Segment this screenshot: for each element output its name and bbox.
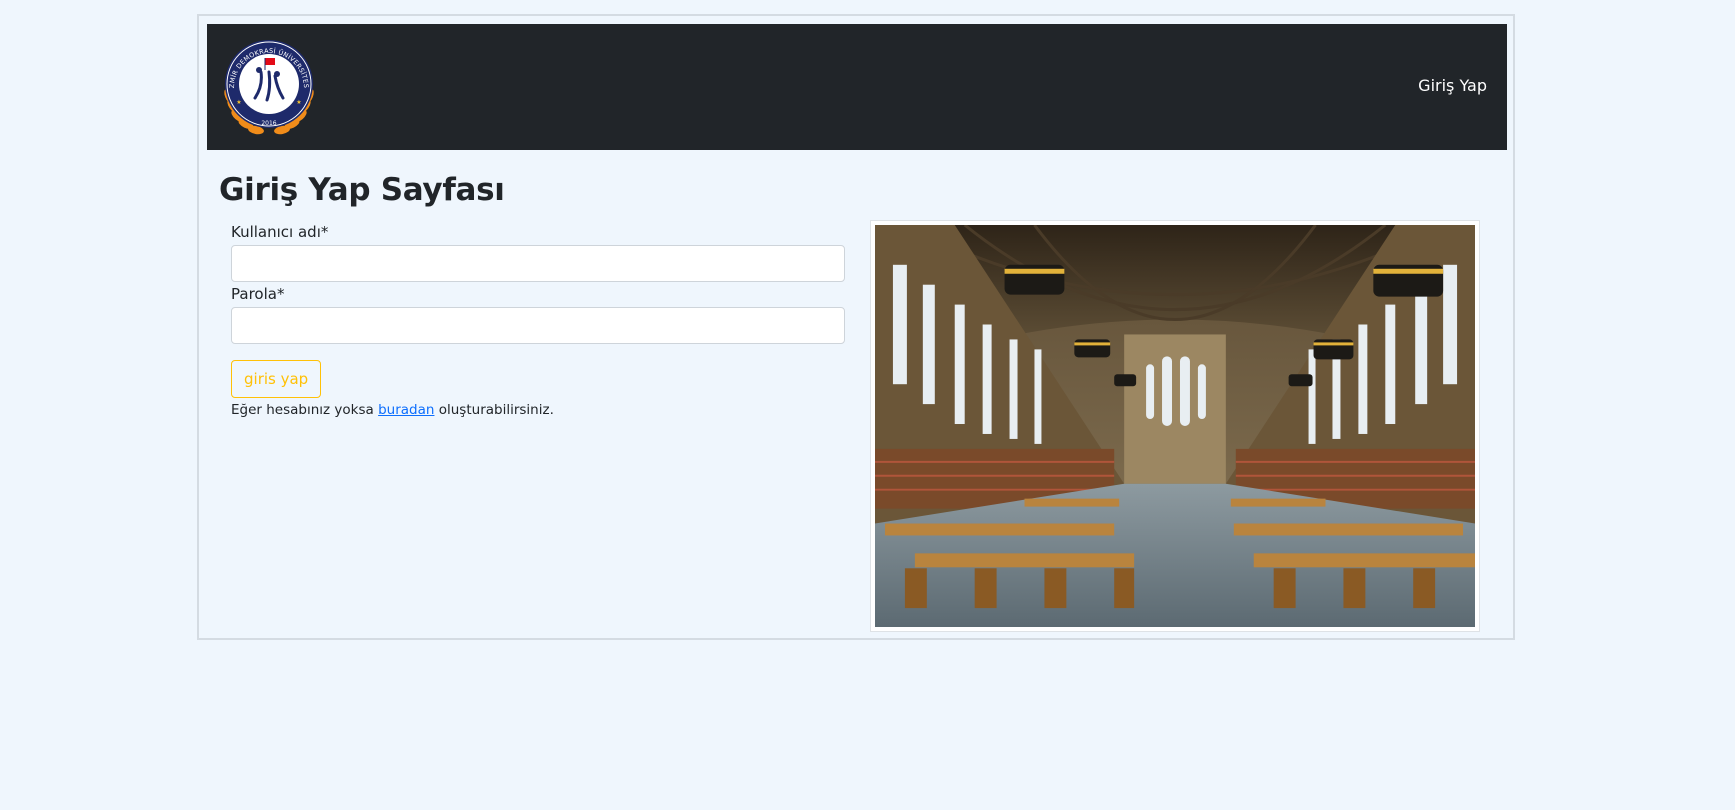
university-logo[interactable]: İZMİR DEMOKRASİ ÜNİVERSİTESİ 2016 ★ ★ <box>217 36 321 140</box>
svg-text:★: ★ <box>296 99 301 106</box>
login-submit-button[interactable]: giris yap <box>231 360 322 398</box>
signup-note-suffix: oluşturabilirsiniz. <box>434 402 554 418</box>
top-navbar: İZMİR DEMOKRASİ ÜNİVERSİTESİ 2016 ★ ★ Gi… <box>207 24 1507 150</box>
username-input[interactable] <box>231 245 845 282</box>
signup-note-prefix: Eğer hesabınız yoksa <box>231 402 379 418</box>
logo-year: 2016 <box>261 120 276 127</box>
library-reading-room-photo <box>875 225 1475 627</box>
signup-link[interactable]: buradan <box>378 402 434 418</box>
password-label: Parola* <box>231 285 285 303</box>
signup-note: Eğer hesabınız yoksa buradan oluşturabil… <box>231 402 554 418</box>
nav-login-link[interactable]: Giriş Yap <box>1418 76 1487 95</box>
page-title: Giriş Yap Sayfası <box>219 172 505 208</box>
username-label: Kullanıcı adı* <box>231 223 329 241</box>
svg-text:★: ★ <box>236 99 241 106</box>
password-input[interactable] <box>231 307 845 344</box>
library-photo-frame <box>870 220 1480 632</box>
